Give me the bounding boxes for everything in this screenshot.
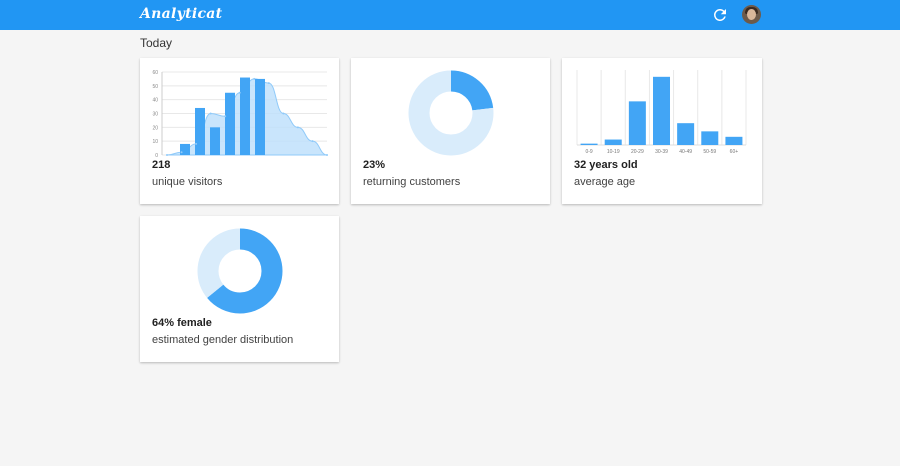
visitors-y-tick: 30 [152,112,158,118]
visitors-curve-point [296,126,299,129]
visitors-card[interactable]: 0 10 20 30 40 50 60 218 unique visitors [140,58,339,204]
age-x-tick: 30-39 [655,149,668,155]
visitors-y-tick: 10 [152,139,158,145]
age-x-tick: 10-19 [607,149,620,155]
visitors-bar [255,78,265,155]
visitors-value: 218 [152,159,171,171]
visitors-curve-point [311,140,314,143]
gender-value: 64% female [152,317,212,329]
app-logo[interactable]: Analyticat [140,6,222,22]
age-card[interactable]: 0-9 10-19 20-29 30-39 40-49 50-59 60+ 32 years… [562,58,762,204]
visitors-curve-point [267,82,270,85]
visitors-curve-point [224,115,227,118]
avatar-face [747,9,756,20]
visitors-y-tick: 60 [152,70,158,76]
age-x-tick: 50-59 [703,149,716,155]
returning-caption: returning customers [363,176,461,188]
age-x-tick: 40-49 [679,149,692,155]
age-caption: average age [574,176,636,188]
age-bar [653,76,670,145]
gender-donut-chart [197,228,283,314]
visitors-curve-point [195,142,198,145]
visitors-y-tick: 40 [152,98,158,104]
age-bar [677,123,695,145]
visitors-bar [240,77,250,155]
visitors-curve-point [238,91,241,94]
visitors-bar [180,143,190,155]
visitors-y-tick: 20 [152,125,158,131]
visitors-curve-point [282,112,285,115]
age-x-tick: 0-9 [585,149,592,155]
visitors-y-tick: 50 [152,84,158,90]
gender-caption: estimated gender distribution [152,334,294,346]
age-bar [701,131,719,145]
returning-value: 23% [363,159,386,171]
age-bar [604,139,622,145]
age-value: 32 years old [574,159,638,171]
visitors-bar [210,127,220,155]
visitors-bar [195,107,205,155]
visitors-bar [225,92,235,155]
age-bar [628,101,646,145]
age-x-tick: 20-29 [631,149,644,155]
visitors-curve-point [180,151,183,154]
visitors-curve-point [209,112,212,115]
returning-donut-chart [408,70,494,156]
gender-card[interactable]: 64% female estimated gender distribution [140,216,339,362]
age-chart: 0-9 10-19 20-29 30-39 40-49 50-59 60+ [576,70,747,155]
age-x-tick: 60+ [730,149,739,155]
visitors-curve-point [166,154,168,156]
section-title: Today [140,36,173,50]
visitors-chart: 0 10 20 30 40 50 60 [152,70,328,158]
visitors-y-tick: 0 [155,153,158,158]
returning-card[interactable]: 23% returning customers [351,58,550,204]
user-avatar[interactable] [742,5,761,24]
visitors-curve-point [253,77,256,80]
age-bar [725,136,743,145]
visitors-curve-point [326,154,328,156]
refresh-icon[interactable] [711,6,729,24]
app-bar: Analyticat [0,0,900,30]
visitors-caption: unique visitors [152,176,223,188]
age-bar [580,143,598,145]
